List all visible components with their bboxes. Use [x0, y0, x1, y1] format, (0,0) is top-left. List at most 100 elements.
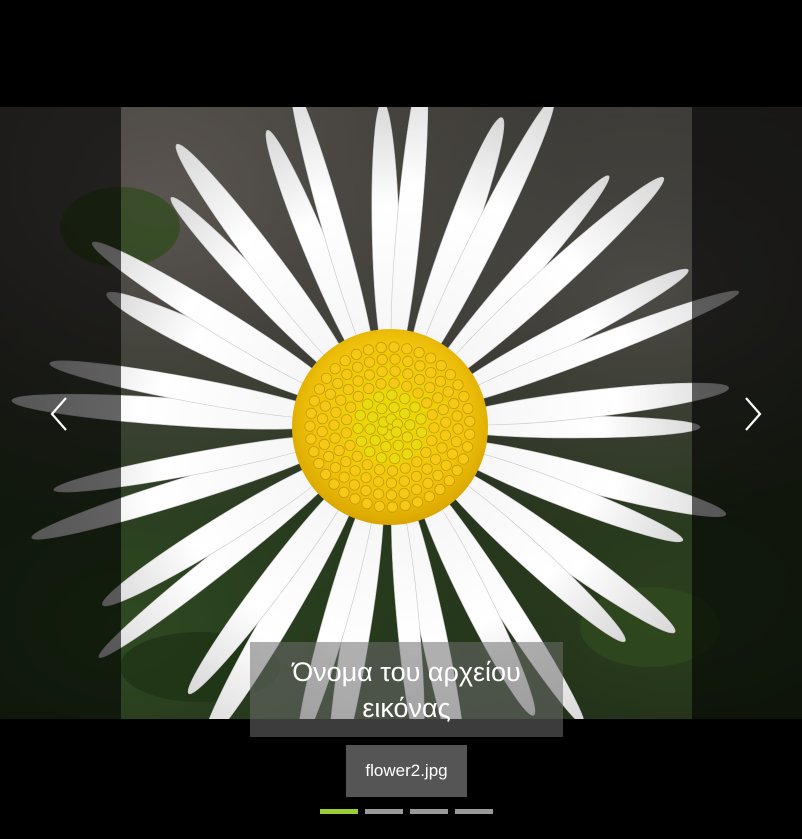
image-stage: [0, 107, 802, 719]
flower-floret: [375, 452, 388, 464]
flower-floret: [324, 388, 337, 400]
flower-floret: [305, 407, 317, 420]
flower-floret: [304, 420, 316, 432]
flower-floret: [421, 463, 433, 475]
flower-floret: [363, 356, 376, 368]
flower-floret: [323, 450, 335, 463]
flower-floret: [402, 368, 414, 380]
flower-floret: [464, 415, 476, 428]
image-viewer: Όνομα του αρχείου εικόνας flower2.jpg: [0, 0, 802, 839]
flower-floret: [464, 428, 476, 440]
flower-floret: [462, 403, 474, 415]
flower-floret: [432, 392, 444, 404]
flower-floret: [404, 419, 416, 431]
flower-floret: [425, 367, 437, 379]
flower-floret: [344, 439, 356, 451]
pager-dot[interactable]: [320, 809, 358, 814]
flower-floret: [412, 496, 424, 508]
flower-floret: [440, 459, 452, 471]
flower-floret: [320, 468, 332, 481]
flower-floret: [426, 435, 438, 447]
flower-floret: [442, 386, 454, 398]
flower-floret: [335, 394, 347, 406]
chevron-right-icon: [745, 397, 762, 431]
flower-floret: [319, 400, 331, 412]
flower-floret: [410, 483, 423, 496]
flower-floret: [452, 379, 464, 391]
flower-floret: [305, 433, 317, 445]
chevron-left-icon: [50, 397, 67, 431]
flower-floret: [399, 462, 411, 474]
flower-floret: [413, 346, 425, 359]
flower-floret: [439, 429, 452, 441]
flower-floret: [410, 470, 423, 483]
flower-floret: [361, 459, 373, 471]
flower-floret: [330, 406, 342, 418]
flower-floret: [342, 383, 354, 396]
flower-floret: [428, 422, 440, 434]
flower-floret: [415, 413, 427, 425]
flower-floret: [328, 478, 340, 490]
flower-floret: [386, 389, 398, 401]
flower-floret: [388, 341, 400, 353]
flower-floret: [451, 410, 463, 422]
flower-floret: [372, 476, 385, 488]
flower-floret: [363, 382, 375, 395]
flower-floret: [443, 475, 455, 487]
flower-floret: [434, 375, 447, 388]
flower-floret: [349, 493, 361, 505]
flower-floret: [369, 434, 381, 446]
flower-floret: [392, 439, 404, 451]
flower-floret: [423, 491, 435, 503]
flower-floret: [389, 453, 401, 465]
flower-floret: [345, 401, 357, 413]
flower-floret: [329, 461, 342, 474]
flower-floret: [340, 455, 352, 468]
flower-floret: [340, 427, 353, 439]
flower-floret: [426, 409, 438, 421]
flower-floret: [398, 475, 410, 487]
flower-floret: [364, 446, 376, 458]
flower-floret: [316, 413, 329, 425]
filename-label: flower2.jpg: [346, 745, 467, 797]
flower-floret: [398, 487, 410, 500]
pager-dot[interactable]: [365, 809, 403, 814]
flower-floret: [352, 422, 364, 434]
flower-floret: [380, 441, 392, 453]
flower-floret: [340, 414, 353, 426]
flower-floret: [414, 360, 426, 372]
flower-floret: [386, 501, 398, 513]
pager-dot[interactable]: [410, 809, 448, 814]
flower-floret: [363, 369, 376, 381]
flower-floret: [416, 426, 428, 438]
flower-floret: [401, 431, 413, 443]
flower-floret: [402, 355, 414, 368]
flower-floret: [367, 411, 379, 423]
flower-floret: [348, 479, 361, 491]
flower-floret: [349, 465, 361, 477]
flower-floret: [375, 341, 387, 354]
flower-floret: [386, 465, 399, 477]
flower-floret: [375, 378, 387, 390]
flower-floret: [329, 363, 341, 375]
flower-floret: [412, 387, 424, 399]
next-button[interactable]: [738, 395, 768, 433]
flower-floret: [389, 365, 401, 377]
flower-floret: [437, 404, 449, 416]
flower-floret: [448, 397, 460, 410]
flower-floret: [351, 450, 363, 463]
flower-floret: [333, 444, 345, 457]
pager-dot[interactable]: [455, 809, 493, 814]
flower-floret: [430, 453, 442, 465]
flower-floret: [434, 483, 446, 496]
flower-floret: [401, 448, 413, 460]
flower-floret: [401, 380, 413, 392]
flower-floret: [361, 498, 373, 510]
image-caption: Όνομα του αρχείου εικόνας: [250, 642, 563, 737]
flower-floret: [385, 489, 397, 501]
flower-floret: [362, 398, 374, 410]
flower-floret: [457, 453, 469, 465]
flower-floret: [411, 456, 423, 468]
flower-floret: [316, 426, 328, 438]
previous-button[interactable]: [44, 395, 74, 433]
